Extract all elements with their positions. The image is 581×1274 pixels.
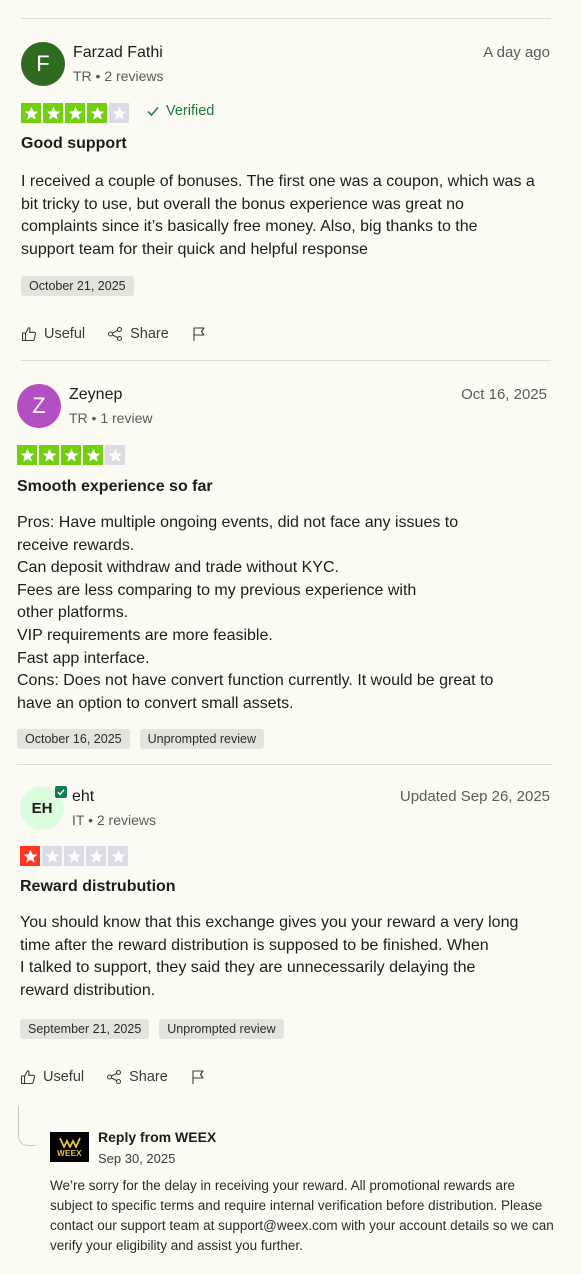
share-button[interactable]: Share [107, 326, 169, 342]
useful-button[interactable]: Useful [20, 1069, 84, 1085]
useful-label: Useful [44, 326, 86, 342]
review-actions: Useful Share [20, 1069, 206, 1085]
reviewer-meta: TR • 2 reviews [73, 68, 164, 84]
share-label: Share [130, 326, 169, 342]
review-title[interactable]: Smooth experience so far [17, 478, 213, 496]
tag-row: October 21, 2025 [21, 276, 134, 296]
weex-logo-text: WEEX [57, 1148, 82, 1158]
review-title[interactable]: Reward distrubution [20, 878, 176, 896]
reply-body: We’re sorry for the delay in receiving y… [50, 1178, 554, 1253]
divider [21, 360, 551, 361]
star-rating [20, 846, 128, 866]
report-button[interactable] [191, 326, 207, 342]
divider [21, 18, 551, 19]
avatar[interactable]: Z [17, 384, 61, 428]
check-icon [147, 107, 159, 117]
avatar[interactable]: F [21, 42, 65, 86]
verified-text: Verified [166, 103, 215, 119]
star-filled-icon [83, 445, 103, 465]
avatar-letter: EH [31, 799, 53, 817]
star-empty-icon [108, 846, 128, 866]
review-body: I received a couple of bonuses. The firs… [21, 173, 535, 258]
star-filled-icon [20, 846, 40, 866]
star-rating [17, 445, 125, 465]
verified-label: Verified [146, 103, 214, 119]
review-body: Pros: Have multiple ongoing events, did … [17, 514, 494, 712]
unprompted-tag: Unprompted review [139, 729, 264, 749]
reply-from: Reply from WEEX [98, 1129, 217, 1145]
divider [17, 764, 552, 765]
star-filled-icon [61, 445, 81, 465]
report-button[interactable] [190, 1069, 206, 1085]
thumbs-up-icon [20, 1070, 36, 1085]
thumbs-up-icon [21, 327, 37, 342]
share-label: Share [129, 1069, 168, 1085]
tag-row: September 21, 2025 Unprompted review [20, 1019, 284, 1039]
star-empty-icon [64, 846, 84, 866]
weex-logo: WEEX [50, 1132, 89, 1162]
reply-date: Sep 30, 2025 [98, 1151, 176, 1166]
avatar-letter: Z [32, 393, 46, 418]
star-filled-icon [17, 445, 37, 465]
star-empty-icon [86, 846, 106, 866]
flag-icon [193, 327, 205, 341]
experience-date-tag: October 16, 2025 [17, 729, 130, 749]
reviewer-name[interactable]: eht [72, 788, 94, 806]
tag-row: October 16, 2025 Unprompted review [17, 729, 264, 749]
review-date: Oct 16, 2025 [461, 386, 547, 403]
review-body: You should know that this exchange gives… [20, 914, 519, 999]
share-button[interactable]: Share [106, 1069, 168, 1085]
review-actions: Useful Share [21, 326, 207, 342]
star-filled-icon [39, 445, 59, 465]
star-empty-icon [42, 846, 62, 866]
star-filled-icon [87, 103, 107, 123]
share-icon [107, 1069, 122, 1085]
review-title[interactable]: Good support [21, 135, 127, 153]
reviewer-name[interactable]: Farzad Fathi [73, 44, 163, 62]
experience-date-tag: October 21, 2025 [21, 276, 134, 296]
review-date: Updated Sep 26, 2025 [399, 788, 550, 805]
star-filled-icon [21, 103, 41, 123]
review-card: EH eht IT • 2 reviews Updated Sep 26, 20… [0, 785, 581, 1085]
company-reply: WEEX Reply from WEEX Sep 30, 2025 We’re … [18, 1106, 558, 1256]
reply-connector [18, 1106, 36, 1146]
experience-date-tag: September 21, 2025 [20, 1019, 150, 1039]
review-card: F Farzad Fathi TR • 2 reviews A day ago … [0, 42, 581, 342]
avatar[interactable]: EH [20, 785, 68, 830]
useful-label: Useful [43, 1069, 85, 1085]
review-date: A day ago [483, 44, 550, 61]
reviews-page: F Farzad Fathi TR • 2 reviews A day ago … [0, 0, 581, 1274]
useful-button[interactable]: Useful [21, 326, 85, 342]
share-icon [108, 326, 123, 342]
star-empty-icon [105, 445, 125, 465]
unprompted-tag: Unprompted review [159, 1019, 284, 1039]
review-card: Z Zeynep TR • 1 review Oct 16, 2025 Smoo… [0, 384, 581, 749]
star-empty-icon [109, 103, 129, 123]
weex-logo-mark-icon [58, 1137, 81, 1148]
reviewer-name[interactable]: Zeynep [69, 386, 122, 404]
verified-badge-icon [54, 785, 68, 799]
flag-icon [192, 1070, 204, 1084]
star-rating [21, 103, 129, 123]
avatar-letter: F [36, 51, 50, 76]
reviewer-meta: TR • 1 review [69, 410, 153, 426]
reviewer-meta: IT • 2 reviews [72, 812, 156, 828]
star-filled-icon [65, 103, 85, 123]
star-filled-icon [43, 103, 63, 123]
